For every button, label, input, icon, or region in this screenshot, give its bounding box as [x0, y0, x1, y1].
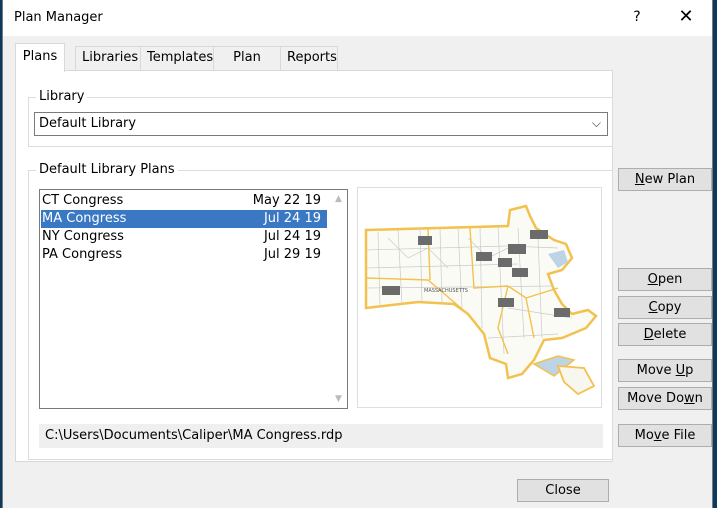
delete-label-mnemonic: D — [643, 327, 654, 342]
close-button[interactable]: Close — [517, 479, 609, 502]
open-label-post: pen — [657, 272, 683, 287]
tab-plan-sets[interactable]: Plan Sets — [213, 46, 281, 87]
plan-file-path: C:\Users\Documents\Caliper\MA Congress.r… — [39, 424, 603, 448]
window-title: Plan Manager — [14, 10, 103, 25]
move-up-button[interactable]: Move Up — [618, 359, 712, 382]
delete-label-post: elete — [653, 327, 687, 342]
chevron-down-icon[interactable]: ⌵ — [592, 116, 601, 131]
delete-button[interactable]: Delete — [618, 323, 712, 346]
move-up-label-pre: Move — [636, 363, 676, 378]
plan-name: CT Congress — [42, 193, 124, 208]
tab-templates[interactable]: Templates — [140, 46, 214, 70]
plan-name: NY Congress — [42, 229, 124, 244]
plan-date: May 22 19 — [252, 193, 321, 208]
plan-manager-window: Plan Manager ? ✕ Plans Libraries Templat… — [2, 0, 713, 508]
plan-file-path-text: C:\Users\Documents\Caliper\MA Congress.r… — [45, 428, 343, 443]
plan-map-preview: MASSACHUSETTS — [357, 187, 602, 408]
state-map-label: MASSACHUSETTS — [424, 288, 468, 294]
move-file-label-pre: Mo — [634, 428, 654, 443]
islands — [556, 364, 596, 396]
list-item[interactable]: CT Congress May 22 19 — [41, 192, 327, 210]
list-item[interactable]: NY Congress Jul 24 19 — [41, 228, 327, 246]
move-file-button[interactable]: Move File — [618, 424, 712, 447]
new-plan-label-post: ew Plan — [644, 172, 696, 187]
library-select[interactable]: Default Library ⌵ — [34, 112, 608, 136]
move-up-label-mnemonic: U — [675, 363, 686, 378]
library-group-label: Library — [36, 89, 88, 105]
plan-name: PA Congress — [42, 247, 123, 262]
copy-label-post: opy — [657, 300, 682, 315]
copy-label-mnemonic: C — [648, 300, 658, 315]
tab-reports[interactable]: Reports — [280, 46, 338, 70]
title-bar: Plan Manager ? ✕ — [3, 0, 712, 36]
close-window-icon[interactable]: ✕ — [677, 6, 695, 27]
massachusetts-map-image: MASSACHUSETTS — [364, 204, 598, 396]
library-select-value: Default Library — [39, 116, 137, 131]
move-down-button[interactable]: Move Down — [618, 387, 712, 410]
help-button[interactable]: ? — [629, 9, 645, 25]
copy-button[interactable]: Copy — [618, 296, 712, 319]
new-plan-label-mnemonic: N — [634, 172, 645, 187]
plan-date: Jul 24 19 — [263, 211, 321, 226]
move-file-label-post: e File — [661, 428, 696, 443]
new-plan-button[interactable]: New Plan — [618, 168, 712, 191]
plans-list[interactable]: CT Congress May 22 19 MA Congress Jul 24… — [39, 189, 348, 409]
move-down-label-mnemonic: w — [684, 391, 695, 406]
open-button[interactable]: Open — [618, 268, 712, 291]
plan-date: Jul 29 19 — [263, 247, 321, 262]
move-up-label-post: p — [685, 363, 694, 378]
list-scrollbar[interactable]: ▲ ▼ — [330, 190, 347, 408]
move-down-label-pre: Move Do — [627, 391, 685, 406]
open-label-mnemonic: O — [647, 272, 658, 287]
list-item[interactable]: PA Congress Jul 29 19 — [41, 246, 327, 264]
scroll-up-icon[interactable]: ▲ — [330, 194, 347, 204]
tab-plans[interactable]: Plans — [15, 43, 65, 72]
move-down-label-post: n — [694, 391, 703, 406]
scroll-down-icon[interactable]: ▼ — [330, 394, 347, 404]
list-item[interactable]: MA Congress Jul 24 19 — [41, 210, 327, 228]
plan-date: Jul 24 19 — [263, 229, 321, 244]
plan-name: MA Congress — [42, 211, 127, 226]
tab-libraries[interactable]: Libraries — [75, 46, 141, 70]
plans-group-label: Default Library Plans — [36, 162, 178, 178]
